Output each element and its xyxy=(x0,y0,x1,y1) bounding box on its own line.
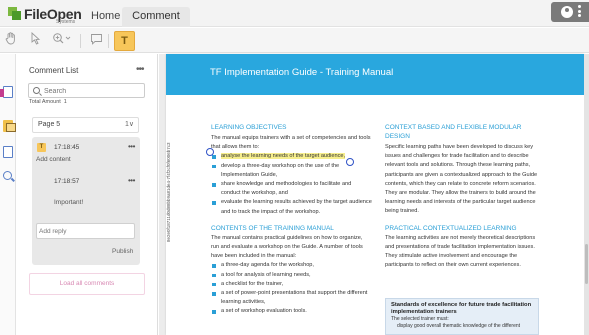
callout-subtitle: The selected trainer must: xyxy=(391,316,449,322)
search-icon xyxy=(33,87,40,94)
comment-search[interactable] xyxy=(28,83,145,98)
reply-time: 17:18:57 xyxy=(54,178,80,185)
comment-card[interactable]: T 17:18:45 ••• Add content 17:18:57 ••• … xyxy=(32,137,140,265)
zoom-tool-button[interactable] xyxy=(52,31,72,50)
toolbar-divider xyxy=(108,34,109,48)
logo-subtext: Systems xyxy=(56,19,76,25)
comment-content[interactable]: Add content xyxy=(36,156,71,163)
tab-comment[interactable]: Comment xyxy=(122,7,190,27)
bullet-list: a three-day agenda for the workshop, a t… xyxy=(211,261,372,316)
section-heading: LEARNING OBJECTIVES xyxy=(211,124,287,131)
comments-panel-icon[interactable] xyxy=(3,120,16,132)
list-item: share knowledge and methodologies to fac… xyxy=(211,180,372,198)
select-arrow-icon xyxy=(31,31,40,45)
list-item: a checklist for the trainer, xyxy=(211,280,372,289)
text-highlight-tool-button[interactable]: T xyxy=(114,31,135,51)
scrollbar-thumb[interactable] xyxy=(585,244,588,284)
comment-tool-button[interactable] xyxy=(88,31,104,50)
load-all-comments-button[interactable]: Load all comments xyxy=(29,273,145,295)
document-id-stamp: 8e2e0f18711d0d88bb9a81de4-7f4f2cf0f6006b… xyxy=(166,142,171,242)
document-viewer[interactable]: TF Implementation Guide - Training Manua… xyxy=(159,54,589,335)
list-item: evaluate the learning results achieved b… xyxy=(211,198,372,216)
selection-end-handle[interactable] xyxy=(346,158,354,166)
paragraph: The learning activities are not merely t… xyxy=(385,234,536,269)
total-amount-label: Total Amount xyxy=(29,99,61,105)
reply-field[interactable] xyxy=(36,223,135,239)
reply-menu-button[interactable]: ••• xyxy=(128,176,135,185)
total-amount: Total Amount 1 xyxy=(29,99,67,105)
paragraph: The manual contains practical guidelines… xyxy=(211,234,363,260)
select-tool-button[interactable] xyxy=(28,31,42,50)
user-menu-button[interactable] xyxy=(551,2,589,22)
hand-icon xyxy=(5,32,15,45)
vertical-scrollbar[interactable] xyxy=(584,54,589,335)
reply-input[interactable] xyxy=(37,224,132,239)
zoom-icon xyxy=(53,33,71,44)
panel-menu-button[interactable]: ••• xyxy=(136,64,144,75)
comment-search-input[interactable] xyxy=(44,85,142,97)
fileopen-logo: FileOpen Systems xyxy=(8,5,82,25)
comment-menu-button[interactable]: ••• xyxy=(128,142,135,151)
list-item: a tool for analysis of learning needs, xyxy=(211,271,372,280)
highlighted-text[interactable]: analyse the learning needs of the target… xyxy=(221,153,346,160)
paragraph: Specific learning paths have been develo… xyxy=(385,144,538,215)
paragraph: The manual equips trainers with a set of… xyxy=(211,135,371,151)
comment-panel: Comment List ••• Total Amount1 Page 5 1∨… xyxy=(16,54,158,335)
callout-title: Standards of excellence for future trade… xyxy=(391,302,532,315)
selection-start-handle[interactable] xyxy=(206,148,214,156)
page-group-label: Page 5 xyxy=(38,121,61,128)
user-icon xyxy=(561,6,573,18)
more-vertical-icon[interactable] xyxy=(578,5,581,19)
right-column: CONTEXT BASED AND FLEXIBLE MODULAR DESIG… xyxy=(385,123,546,270)
search-icon[interactable] xyxy=(3,171,12,180)
section-heading: CONTEXT BASED AND FLEXIBLE MODULAR DESIG… xyxy=(385,124,522,140)
reply-content: Important! xyxy=(54,199,84,206)
chevron-down-icon[interactable]: 1∨ xyxy=(125,120,134,128)
left-icon-rail xyxy=(0,54,16,335)
document-icon[interactable] xyxy=(0,86,13,98)
text-annotation-icon: T xyxy=(37,143,46,152)
comment-time: 17:18:45 xyxy=(54,144,80,151)
list-item: a three-day agenda for the workshop, xyxy=(211,261,372,270)
total-amount-value: 1 xyxy=(63,99,67,105)
page-thumbnails-icon[interactable] xyxy=(3,146,13,158)
toolbar-divider xyxy=(80,34,81,48)
standards-callout-box: Standards of excellence for future trade… xyxy=(385,298,539,335)
list-item: a set of workshop evaluation tools. xyxy=(211,307,372,316)
list-item: a set of power-point presentations that … xyxy=(211,289,372,307)
logo-mark-icon xyxy=(8,7,22,21)
hand-tool-button[interactable] xyxy=(4,31,18,50)
callout-bullet: display good overall thematic knowledge … xyxy=(397,323,521,329)
app-header: FileOpen Systems Home Comment xyxy=(0,0,589,27)
panel-title: Comment List xyxy=(29,66,79,75)
toolbar: T xyxy=(0,28,589,53)
document-page[interactable]: TF Implementation Guide - Training Manua… xyxy=(166,54,584,335)
comment-icon xyxy=(90,34,102,45)
left-column: LEARNING OBJECTIVES The manual equips tr… xyxy=(211,123,372,317)
section-heading: CONTENTS OF THE TRAINING MANUAL xyxy=(211,224,334,232)
page-group-toggle[interactable]: Page 5 1∨ xyxy=(32,117,139,133)
section-heading: PRACTICAL CONTEXTUALIZED LEARNING xyxy=(385,224,517,232)
page-title-band: TF Implementation Guide - Training Manua… xyxy=(166,54,584,95)
document-title: TF Implementation Guide - Training Manua… xyxy=(210,67,394,78)
publish-button[interactable]: Publish xyxy=(112,248,133,255)
